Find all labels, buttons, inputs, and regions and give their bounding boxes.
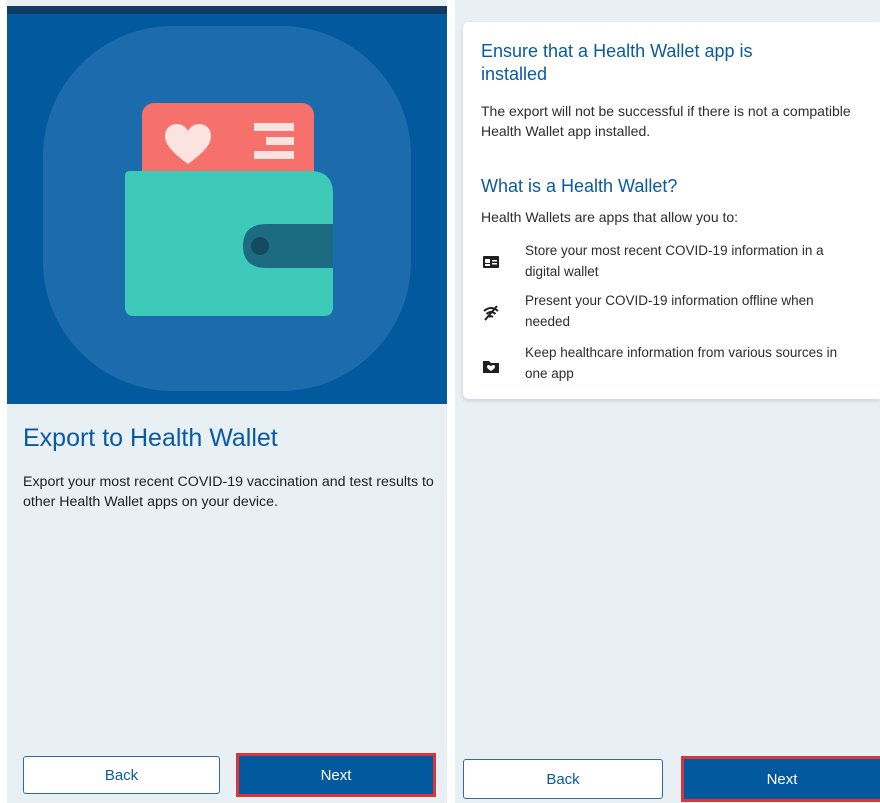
id-card-icon bbox=[483, 256, 499, 268]
next-button[interactable]: Next bbox=[681, 756, 880, 802]
medical-folder-icon bbox=[483, 361, 499, 373]
wallet-feature-item: Keep healthcare information from various… bbox=[525, 345, 838, 381]
page-description: Export your most recent COVID-19 vaccina… bbox=[23, 474, 434, 510]
next-button[interactable]: Next bbox=[236, 753, 436, 797]
what-heading: What is a Health Wallet? bbox=[481, 176, 678, 196]
export-intro-screen: Export to Health Wallet Export your most… bbox=[7, 0, 447, 803]
page-title: Export to Health Wallet bbox=[23, 424, 278, 452]
wallet-feature-item: Present your COVID-19 information offlin… bbox=[525, 293, 814, 329]
info-card: Ensure that a Health Wallet app is insta… bbox=[463, 22, 880, 399]
screen-divider bbox=[447, 0, 455, 803]
back-button[interactable]: Back bbox=[23, 756, 220, 794]
health-wallet-info-screen: Ensure that a Health Wallet app is insta… bbox=[455, 0, 880, 803]
ensure-heading: Ensure that a Health Wallet app is insta… bbox=[481, 41, 753, 84]
wallet-feature-item: Store your most recent COVID-19 informat… bbox=[525, 243, 824, 279]
health-wallet-illustration-icon bbox=[125, 103, 333, 316]
wallet-intro: Health Wallets are apps that allow you t… bbox=[481, 209, 739, 225]
back-button[interactable]: Back bbox=[463, 759, 663, 799]
hero-banner bbox=[7, 6, 447, 404]
ensure-text: The export will not be successful if the… bbox=[481, 103, 851, 139]
wifi-off-icon bbox=[483, 305, 499, 321]
